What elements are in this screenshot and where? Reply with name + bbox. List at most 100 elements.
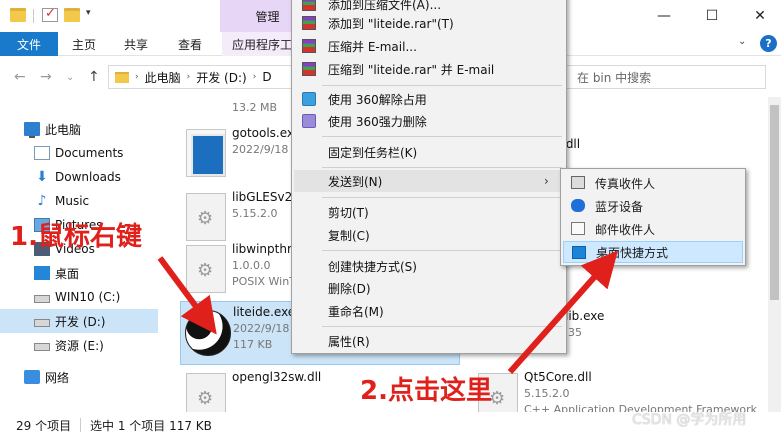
file-name: opengl32sw.dll	[232, 370, 322, 384]
menu-item-copy[interactable]: 复制(C)	[294, 224, 564, 246]
menu-item-compress-email[interactable]: 压缩并 E-mail...	[294, 35, 564, 57]
file-size: 117 KB	[233, 338, 273, 351]
menu-item-360-force-delete[interactable]: 使用 360强力删除	[294, 110, 564, 132]
folder-icon	[10, 8, 26, 22]
menu-item-label: 复制(C)	[328, 228, 370, 243]
back-button[interactable]: ←	[14, 69, 26, 85]
breadcrumb-this-pc[interactable]: 此电脑	[145, 69, 181, 86]
menu-item-label: 添加到压缩文件(A)...	[328, 0, 442, 12]
file-name: Qt5Core.dll	[524, 370, 592, 384]
tab-view[interactable]: 查看	[178, 32, 202, 56]
breadcrumb-d[interactable]: D	[262, 70, 271, 84]
menu-item-add-to-liteide-rar[interactable]: 添加到 "liteide.rar"(T)	[294, 12, 564, 34]
tab-share[interactable]: 共享	[124, 32, 148, 56]
nav-item-label: 资源 (E:)	[55, 338, 104, 353]
navigation-pane: 此电脑 Documents ⬇ Downloads ♪ Music Pictures…	[0, 97, 170, 412]
annotation-step2: 2.点击这里	[360, 376, 492, 406]
submenu-item-desktop-shortcut[interactable]: 桌面快捷方式	[563, 241, 743, 263]
winrar-icon	[302, 0, 316, 11]
menu-item-properties[interactable]: 属性(R)	[294, 330, 564, 352]
forward-button[interactable]: →	[40, 69, 52, 85]
close-button[interactable]: ✕	[748, 4, 772, 28]
search-input[interactable]: 在 bin 中搜索	[566, 65, 766, 89]
nav-item-music[interactable]: ♪ Music	[0, 189, 158, 213]
chevron-right-icon: ›	[186, 72, 191, 82]
dll-file-icon	[186, 193, 226, 241]
menu-item-pin-taskbar[interactable]: 固定到任务栏(K)	[294, 141, 564, 163]
vertical-scrollbar[interactable]	[768, 97, 781, 412]
item-count: 29 个项目	[16, 419, 72, 433]
chevron-right-icon: ›	[135, 72, 139, 82]
nav-item-label: 桌面	[55, 266, 80, 281]
scrollbar-thumb[interactable]	[770, 105, 779, 300]
menu-item-send-to[interactable]: 发送到(N) ›	[294, 170, 564, 192]
divider	[80, 418, 81, 432]
tab-file[interactable]: 文件	[0, 32, 58, 56]
tab-home[interactable]: 主页	[72, 32, 96, 56]
menu-item-delete[interactable]: 删除(D)	[294, 277, 564, 299]
menu-item-label: 创建快捷方式(S)	[328, 259, 417, 274]
menu-item-compress-to-rar-email[interactable]: 压缩到 "liteide.rar" 并 E-mail	[294, 58, 564, 80]
nav-item-label: 此电脑	[45, 122, 82, 137]
recent-locations-button[interactable]: ⌄	[66, 72, 74, 83]
winrar-icon	[302, 16, 316, 30]
menu-divider	[322, 326, 562, 327]
documents-icon	[34, 146, 50, 160]
annotation-step1: 1.鼠标右键	[10, 222, 142, 252]
nav-item-desktop[interactable]: 桌面	[0, 261, 158, 285]
submenu-item-fax[interactable]: 传真收件人	[563, 172, 743, 194]
submenu-item-label: 蓝牙设备	[595, 199, 644, 214]
submenu-item-label: 邮件收件人	[595, 222, 656, 237]
submenu-item-label: 传真收件人	[595, 176, 656, 191]
maximize-button[interactable]: ☐	[700, 4, 724, 28]
menu-item-rename[interactable]: 重命名(M)	[294, 300, 564, 322]
nav-item-label: 网络	[45, 370, 70, 385]
nav-item-network[interactable]: 网络	[0, 365, 158, 389]
submenu-item-mail-recipient[interactable]: 邮件收件人	[563, 218, 743, 240]
menu-item-label: 剪切(T)	[328, 205, 369, 220]
winrar-icon	[302, 39, 316, 53]
file-date: 2022/9/18	[233, 322, 290, 335]
winrar-icon	[302, 62, 316, 76]
menu-item-create-shortcut[interactable]: 创建快捷方式(S)	[294, 255, 564, 277]
menu-divider	[322, 136, 562, 137]
exe-file-icon	[186, 129, 226, 177]
menu-item-label: 压缩到 "liteide.rar" 并 E-mail	[328, 62, 495, 77]
file-version: 5.15.2.0	[524, 387, 570, 400]
ribbon-expand-icon[interactable]: ⌄	[738, 36, 746, 47]
customize-quick-access-icon[interactable]: ▾	[86, 8, 91, 18]
nav-item-resource-drive[interactable]: 资源 (E:)	[0, 333, 158, 357]
submenu-item-bluetooth[interactable]: 蓝牙设备	[563, 195, 743, 217]
help-icon[interactable]: ?	[760, 35, 777, 52]
manage-tab-label: 管理	[255, 9, 280, 24]
nav-item-this-pc[interactable]: 此电脑	[0, 117, 158, 141]
mail-icon	[571, 222, 585, 235]
breadcrumb-dev-drive[interactable]: 开发 (D:)	[196, 69, 246, 86]
fax-icon	[571, 176, 585, 189]
menu-item-label: 添加到 "liteide.rar"(T)	[328, 16, 454, 31]
menu-divider	[322, 85, 562, 86]
file-name-partial: lib.exe	[565, 309, 605, 323]
menu-item-360-unlock[interactable]: 使用 360解除占用	[294, 88, 564, 110]
menu-item-cut[interactable]: 剪切(T)	[294, 201, 564, 223]
computer-icon	[24, 122, 40, 138]
file-name: liteide.exe	[233, 305, 296, 319]
file-date: 2022/9/18	[232, 143, 289, 156]
bluetooth-icon	[571, 199, 585, 212]
menu-item-label: 压缩并 E-mail...	[328, 39, 417, 54]
nav-item-win10-drive[interactable]: WIN10 (C:)	[0, 285, 158, 309]
desktop-icon	[34, 266, 50, 280]
properties-icon[interactable]	[42, 6, 58, 22]
menu-item-label: 发送到(N)	[328, 174, 383, 189]
nav-item-dev-drive[interactable]: 开发 (D:)	[0, 309, 158, 333]
desktop-icon	[572, 246, 586, 259]
dll-file-icon	[186, 245, 226, 293]
nav-item-label: Downloads	[55, 170, 121, 184]
nav-item-documents[interactable]: Documents	[0, 141, 158, 165]
liteide-app-icon	[185, 310, 231, 356]
nav-item-downloads[interactable]: ⬇ Downloads	[0, 165, 158, 189]
up-button[interactable]: ↑	[88, 69, 100, 85]
minimize-button[interactable]: —	[652, 4, 676, 28]
new-folder-icon[interactable]	[64, 8, 80, 22]
watermark: CSDN @学为所用	[632, 412, 747, 428]
